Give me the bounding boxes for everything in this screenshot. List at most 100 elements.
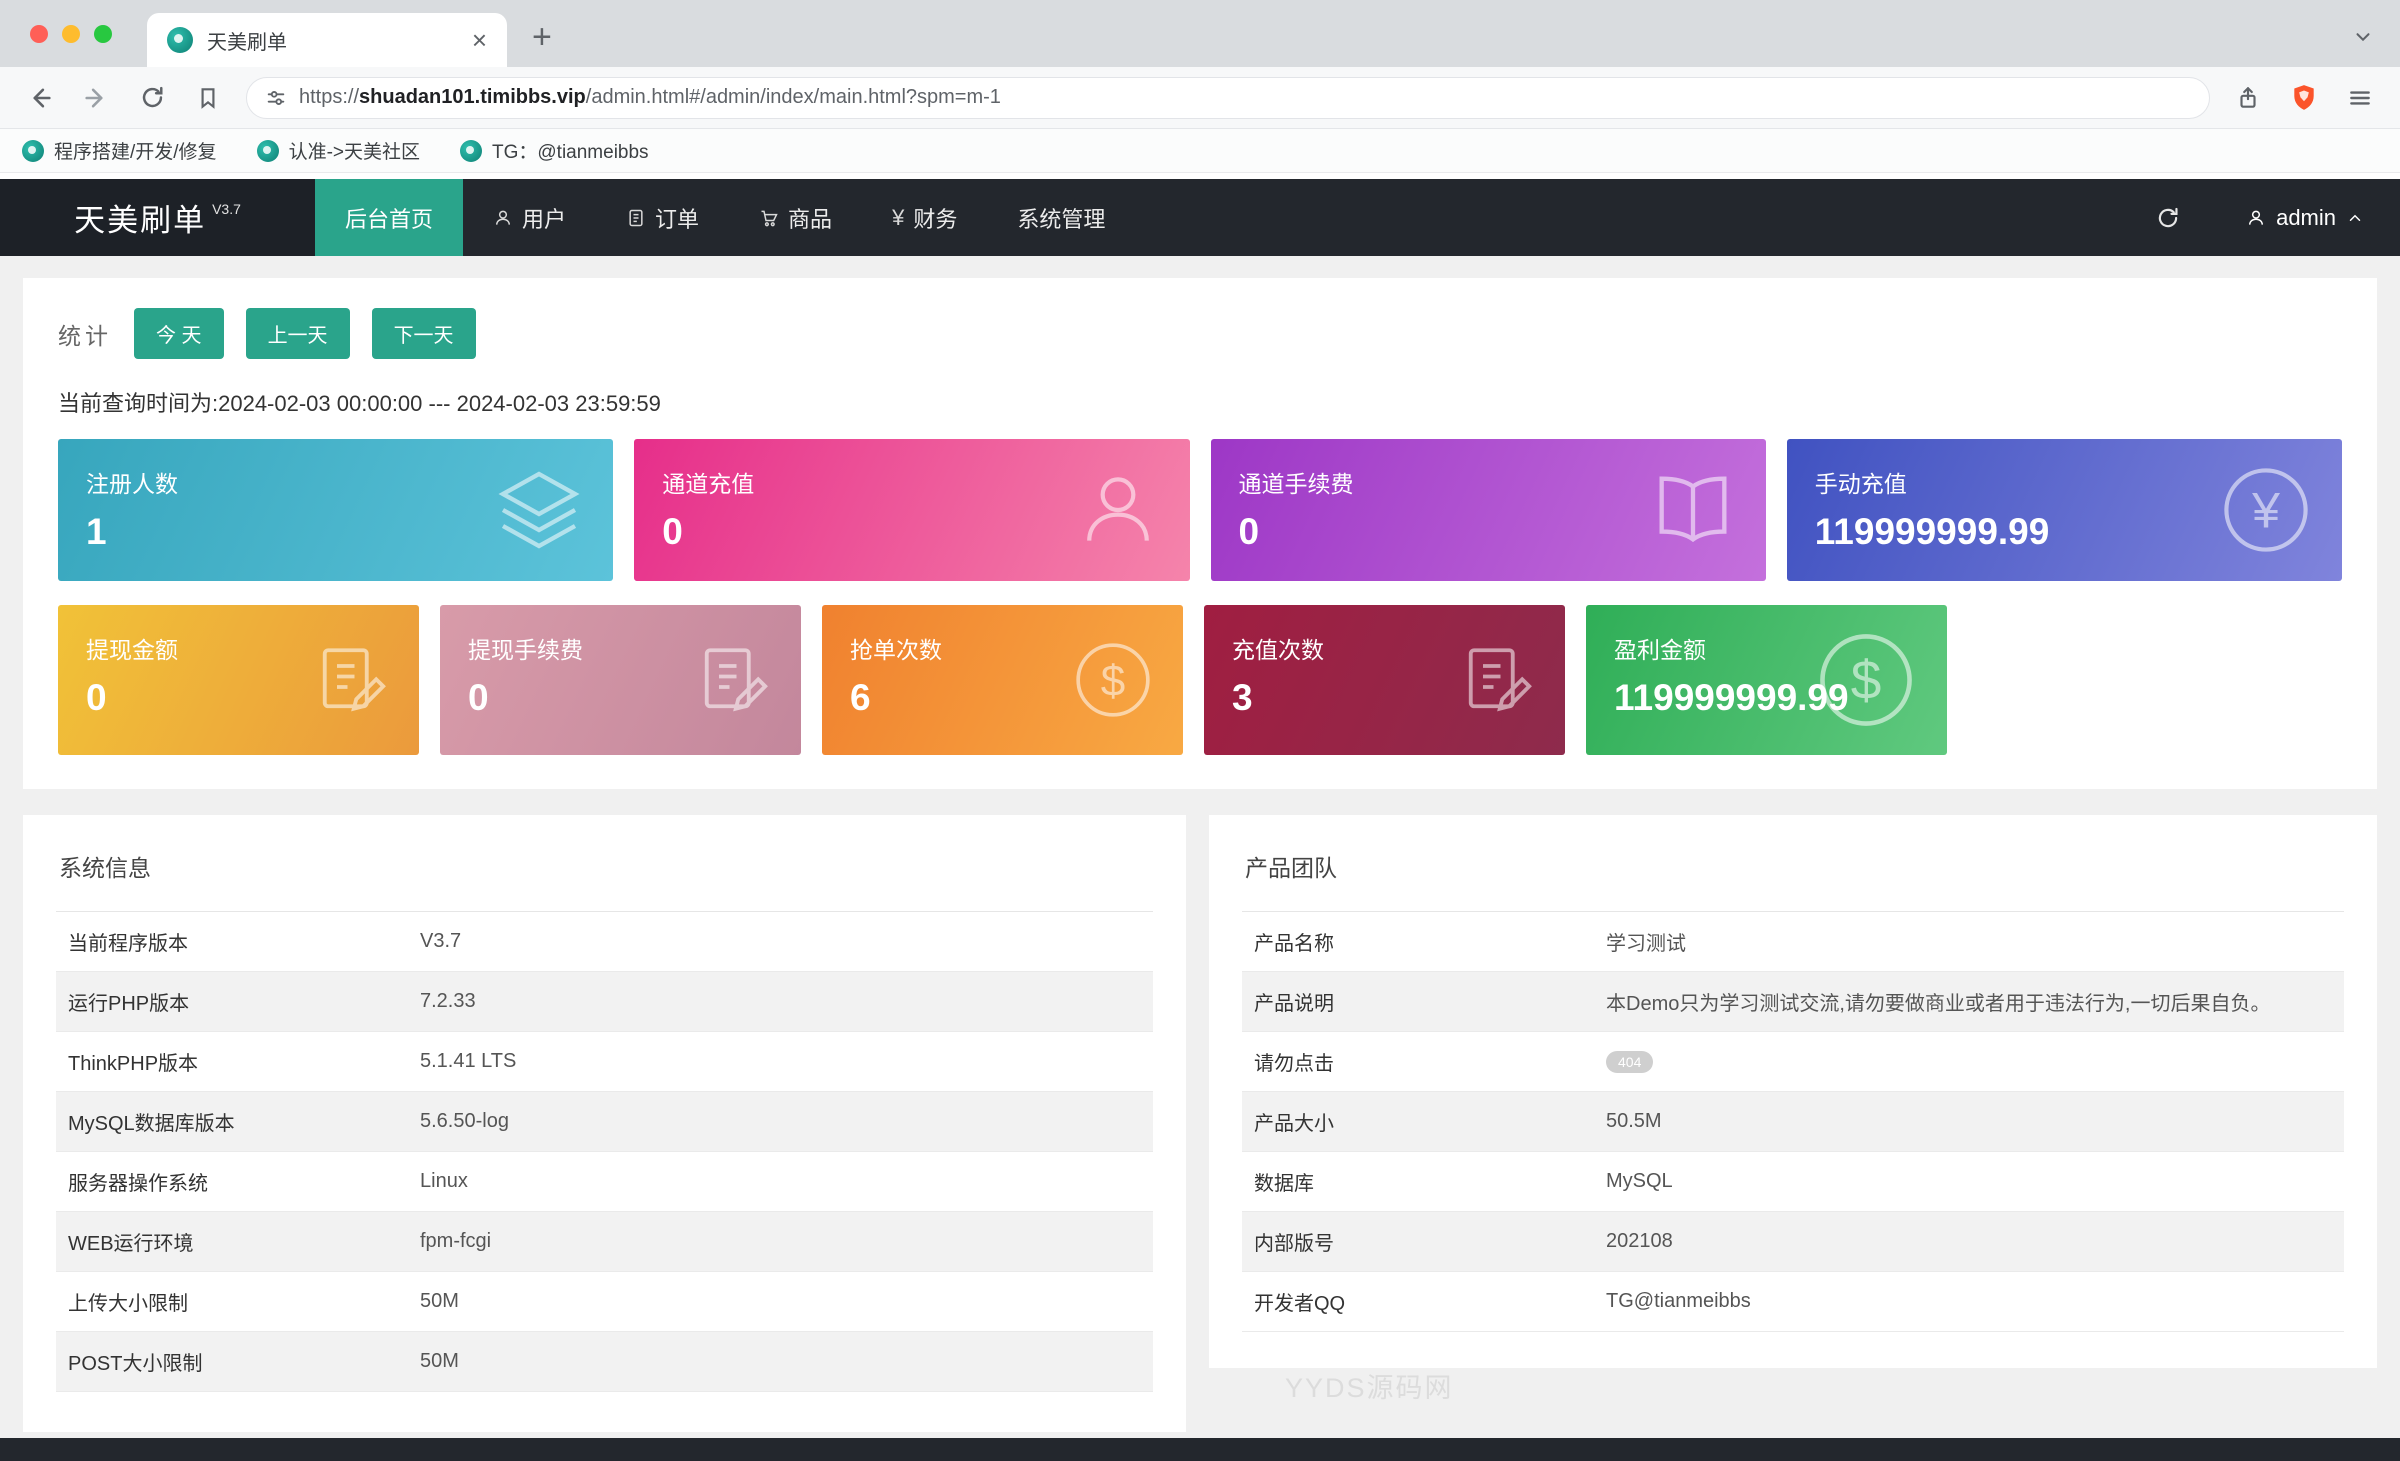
forward-icon[interactable] [78, 80, 114, 116]
tab-close-icon[interactable]: × [472, 27, 487, 53]
tab-title: 天美刷单 [207, 26, 458, 55]
nav-item-dashboard[interactable]: 后台首页 [315, 179, 463, 256]
table-row: 服务器操作系统Linux [56, 1152, 1153, 1212]
nav-item-products[interactable]: 商品 [729, 179, 862, 256]
table-row: ThinkPHP版本5.1.41 LTS [56, 1032, 1153, 1092]
back-icon[interactable] [22, 80, 58, 116]
share-icon[interactable] [2230, 80, 2266, 116]
close-window-button[interactable] [30, 25, 48, 43]
book-icon [1646, 463, 1740, 557]
table-row: MySQL数据库版本5.6.50-log [56, 1092, 1153, 1152]
chevron-up-icon [2346, 209, 2364, 227]
admin-navbar: 天美刷单 V3.7 后台首页 用户 订单 商品 ¥ 财务 系统管理 [0, 179, 2400, 256]
stat-card-withdraw-amount: 提现金额 0 [58, 605, 419, 755]
minimize-window-button[interactable] [62, 25, 80, 43]
stats-panel: 统计 今 天 上一天 下一天 当前查询时间为:2024-02-03 00:00:… [23, 278, 2377, 789]
nav-item-orders[interactable]: 订单 [596, 179, 729, 256]
stat-card-grab-count: 抢单次数 6 $ [822, 605, 1183, 755]
layers-icon [491, 462, 587, 558]
dollar-circle-icon: $ [1069, 636, 1157, 724]
tab-overflow-chevron-icon[interactable] [2352, 26, 2374, 48]
username: admin [2276, 205, 2336, 231]
query-time-text: 当前查询时间为:2024-02-03 00:00:00 --- 2024-02-… [58, 386, 2342, 418]
bookmark-favicon-icon [257, 140, 279, 162]
yen-circle-icon: ¥ [2216, 460, 2316, 560]
url-bar[interactable]: https://shuadan101.timibbs.vip/admin.htm… [246, 77, 2210, 119]
url-text: https://shuadan101.timibbs.vip/admin.htm… [299, 86, 1001, 109]
svg-text:$: $ [1101, 656, 1125, 705]
previous-day-button[interactable]: 上一天 [246, 308, 350, 359]
stat-card-recharge-count: 充值次数 3 [1204, 605, 1565, 755]
table-row: 产品说明本Demo只为学习测试交流,请勿要做商业或者用于违法行为,一切后果自负。 [1242, 972, 2344, 1032]
stat-card-channel-fee: 通道手续费 0 [1211, 439, 1766, 581]
app-logo: 天美刷单 V3.7 [0, 179, 315, 256]
table-row: 当前程序版本V3.7 [56, 912, 1153, 972]
app-logo-text: 天美刷单 [74, 195, 206, 240]
order-icon [626, 208, 646, 228]
edit-document-icon [691, 638, 775, 722]
bookmark-label: TG：@tianmeibbs [492, 137, 649, 164]
user-icon [2246, 208, 2266, 228]
stat-card-registered-users: 注册人数 1 [58, 439, 613, 581]
nav-item-users[interactable]: 用户 [463, 179, 596, 256]
stat-card-profit-amount: 盈利金额 119999999.99 $ [1586, 605, 1947, 755]
do-not-click-badge[interactable]: 404 [1606, 1051, 1653, 1073]
bookmarks-bar: 程序搭建/开发/修复 认准->天美社区 TG：@tianmeibbs [0, 129, 2400, 173]
stat-card-manual-recharge: 手动充值 119999999.99 ¥ [1787, 439, 2342, 581]
user-icon [493, 208, 513, 228]
table-row: 数据库MySQL [1242, 1152, 2344, 1212]
brave-shield-icon[interactable] [2286, 80, 2322, 116]
page-content: 统计 今 天 上一天 下一天 当前查询时间为:2024-02-03 00:00:… [0, 256, 2400, 1432]
app-version: V3.7 [212, 201, 241, 217]
refresh-icon[interactable] [2126, 179, 2210, 256]
table-row: 上传大小限制50M [56, 1272, 1153, 1332]
table-row: 产品名称学习测试 [1242, 912, 2344, 972]
table-row: POST大小限制50M [56, 1332, 1153, 1392]
bookmark-item[interactable]: 程序搭建/开发/修复 [22, 137, 217, 164]
panel-title: 产品团队 [1245, 849, 2341, 883]
bookmark-item[interactable]: TG：@tianmeibbs [460, 137, 649, 164]
nav-item-system[interactable]: 系统管理 [987, 179, 1135, 256]
bookmark-item[interactable]: 认准->天美社区 [257, 137, 420, 164]
navbar-right: admin [2126, 179, 2400, 256]
stats-section-label: 统计 [58, 317, 112, 351]
browser-toolbar: https://shuadan101.timibbs.vip/admin.htm… [0, 67, 2400, 129]
stat-card-channel-recharge: 通道充值 0 [634, 439, 1189, 581]
menu-icon[interactable] [2342, 80, 2378, 116]
user-menu[interactable]: admin [2210, 179, 2400, 256]
system-info-table: 当前程序版本V3.7 运行PHP版本7.2.33 ThinkPHP版本5.1.4… [56, 911, 1153, 1392]
new-tab-button[interactable]: + [532, 18, 552, 57]
svg-text:¥: ¥ [2251, 483, 2280, 539]
window-controls [30, 25, 112, 43]
svg-text:$: $ [1851, 649, 1882, 711]
stat-cards-row-2: 提现金额 0 提现手续费 0 抢单次数 6 $ [58, 605, 2342, 755]
bookmark-label: 认准->天美社区 [289, 137, 420, 164]
maximize-window-button[interactable] [94, 25, 112, 43]
yen-icon: ¥ [892, 205, 904, 231]
person-icon [1072, 464, 1164, 556]
next-day-button[interactable]: 下一天 [372, 308, 476, 359]
table-row: 开发者QQTG@tianmeibbs [1242, 1272, 2344, 1332]
bookmark-icon[interactable] [190, 80, 226, 116]
table-row: WEB运行环境fpm-fcgi [56, 1212, 1153, 1272]
stat-card-withdraw-fee: 提现手续费 0 [440, 605, 801, 755]
stat-cards-row-1: 注册人数 1 通道充值 0 通道手续费 0 手 [58, 439, 2342, 581]
dollar-circle-icon: $ [1811, 625, 1921, 735]
bookmark-favicon-icon [460, 140, 482, 162]
table-row: 内部版号202108 [1242, 1212, 2344, 1272]
reload-icon[interactable] [134, 80, 170, 116]
footer-bar [0, 1438, 2400, 1461]
product-team-table: 产品名称学习测试 产品说明本Demo只为学习测试交流,请勿要做商业或者用于违法行… [1242, 911, 2344, 1332]
table-row: 产品大小50.5M [1242, 1092, 2344, 1152]
table-row: 请勿点击404 [1242, 1032, 2344, 1092]
bookmark-favicon-icon [22, 140, 44, 162]
browser-tab[interactable]: 天美刷单 × [147, 13, 507, 67]
nav-menu: 后台首页 用户 订单 商品 ¥ 财务 系统管理 [315, 179, 1135, 256]
site-favicon-icon [167, 27, 193, 53]
edit-document-icon [309, 638, 393, 722]
nav-item-finance[interactable]: ¥ 财务 [862, 179, 987, 256]
cart-icon [759, 208, 779, 228]
site-settings-icon[interactable] [265, 87, 287, 109]
panel-title: 系统信息 [59, 849, 1150, 883]
today-button[interactable]: 今 天 [134, 308, 224, 359]
